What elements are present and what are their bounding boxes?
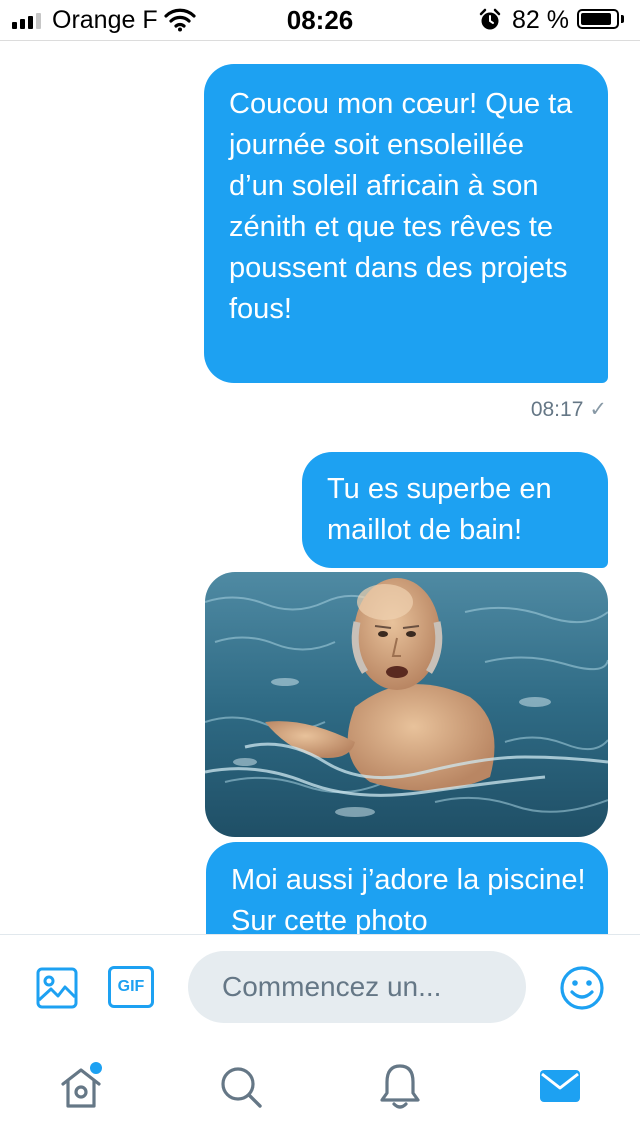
message-thread[interactable]: Coucou mon cœur! Que ta journée soit ens… [0, 41, 640, 934]
battery-tip [621, 15, 624, 23]
battery-percent: 82 % [512, 6, 569, 34]
message-composer: GIF Commencez un... [0, 934, 640, 1035]
gif-label: GIF [117, 978, 145, 995]
notification-dot [90, 1062, 102, 1074]
message-input[interactable]: Commencez un... [188, 951, 526, 1023]
emoji-icon[interactable] [559, 965, 605, 1011]
message-timestamp: 08:17 ✓ [531, 397, 607, 422]
message-text: Coucou mon cœur! Que ta journée soit ens… [229, 88, 573, 325]
message-bubble[interactable]: Tu es superbe en maillot de bain! [302, 452, 608, 568]
gif-button[interactable]: GIF [108, 966, 154, 1008]
message-bubble[interactable]: Moi aussi j’adore la piscine! Sur cette … [206, 842, 608, 934]
timestamp-text: 08:17 [530, 398, 584, 421]
tab-bar [0, 1034, 640, 1136]
message-text: Tu es superbe en maillot de bain! [327, 473, 552, 546]
bell-icon[interactable] [378, 1062, 422, 1112]
message-input-placeholder: Commencez un... [222, 971, 442, 1002]
mail-icon[interactable] [538, 1066, 582, 1106]
sent-check-icon: ✓ [589, 398, 607, 421]
search-icon[interactable] [218, 1064, 264, 1110]
message-bubble[interactable]: Coucou mon cœur! Que ta journée soit ens… [204, 64, 608, 383]
home-icon[interactable] [58, 1062, 108, 1112]
swimmer-photo-image [205, 572, 608, 837]
message-text: Moi aussi j’adore la piscine! Sur cette … [231, 864, 586, 934]
battery-icon [577, 9, 619, 29]
alarm-icon [479, 8, 501, 30]
message-photo[interactable] [205, 572, 608, 837]
status-bar: Orange F 08:26 82 % [0, 0, 640, 41]
image-icon[interactable] [36, 967, 78, 1009]
